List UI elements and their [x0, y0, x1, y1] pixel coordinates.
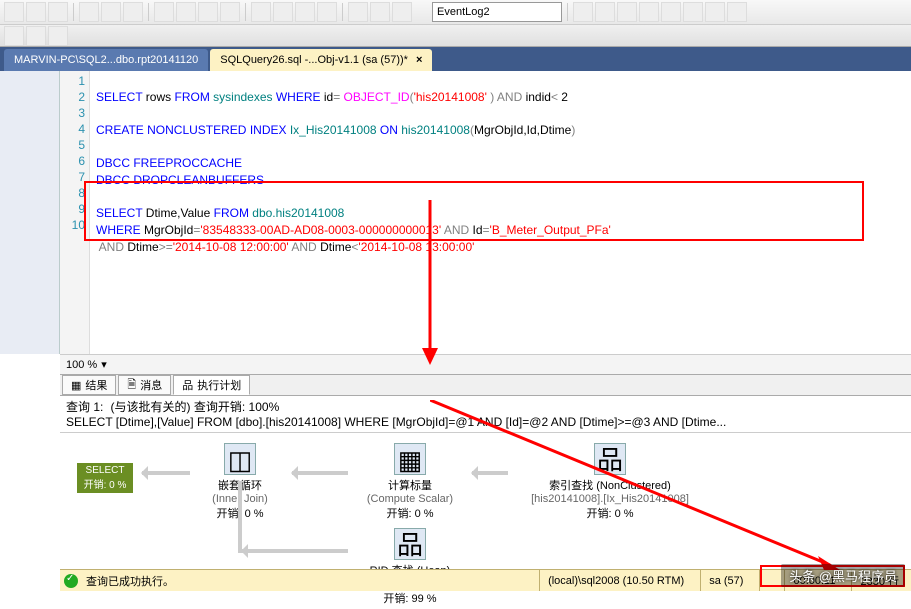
- zoom-row: 100 % ▾: [60, 354, 911, 374]
- tb-btn[interactable]: [348, 2, 368, 22]
- tb-btn[interactable]: [220, 2, 240, 22]
- seek-icon: 品: [594, 443, 626, 475]
- rid-icon: 品: [394, 528, 426, 560]
- tb-btn[interactable]: [4, 26, 24, 46]
- status-db: [759, 570, 776, 591]
- tb-btn[interactable]: [251, 2, 271, 22]
- tb-btn[interactable]: [617, 2, 637, 22]
- tb-btn[interactable]: [273, 2, 293, 22]
- close-icon[interactable]: ×: [416, 54, 422, 66]
- plan-node-index-seek[interactable]: 品 索引查找 (NonClustered) [his20141008].[Ix_…: [510, 443, 710, 521]
- tb-btn[interactable]: [661, 2, 681, 22]
- document-tabbar: MARVIN-PC\SQL2...dbo.rpt20141120 SQLQuer…: [0, 47, 911, 71]
- tb-btn[interactable]: [48, 26, 68, 46]
- status-ok-icon: [64, 574, 78, 588]
- status-message: 查询已成功执行。: [86, 573, 174, 589]
- zoom-value[interactable]: 100 %: [66, 359, 97, 371]
- tb-btn[interactable]: [392, 2, 412, 22]
- tb-btn[interactable]: [639, 2, 659, 22]
- status-user: sa (57): [700, 570, 751, 591]
- tb-btn[interactable]: [101, 2, 121, 22]
- tb-btn[interactable]: [198, 2, 218, 22]
- tb-btn[interactable]: [26, 2, 46, 22]
- status-server: (local)\sql2008 (10.50 RTM): [539, 570, 692, 591]
- sql-editor[interactable]: SELECT rows FROM sysindexes WHERE id= OB…: [90, 71, 911, 354]
- tb-btn[interactable]: [595, 2, 615, 22]
- tb-btn[interactable]: [295, 2, 315, 22]
- tb-btn[interactable]: [176, 2, 196, 22]
- tab-results[interactable]: ▦结果: [62, 375, 116, 395]
- tb-btn[interactable]: [705, 2, 725, 22]
- loop-icon: ◫: [224, 443, 256, 475]
- tb-btn[interactable]: [123, 2, 143, 22]
- tab-rpt20141120[interactable]: MARVIN-PC\SQL2...dbo.rpt20141120: [4, 49, 208, 71]
- database-combo[interactable]: [432, 2, 562, 22]
- toolbar-row-1: [0, 0, 911, 25]
- tb-btn[interactable]: [154, 2, 174, 22]
- toolbar-row-2: [0, 25, 911, 47]
- tb-btn[interactable]: [370, 2, 390, 22]
- grid-icon: ▦: [71, 379, 81, 392]
- pinned-panel-left[interactable]: [0, 71, 60, 354]
- compute-icon: ▦: [394, 443, 426, 475]
- line-gutter: 12345678910: [60, 71, 90, 354]
- tab-sqlquery26[interactable]: SQLQuery26.sql -...Obj-v1.1 (sa (57))* ×: [210, 49, 432, 71]
- msg-icon: 🗎: [127, 376, 136, 395]
- plan-header: 查询 1: (与该批有关的) 查询开销: 100% SELECT [Dtime]…: [60, 396, 911, 433]
- plan-node-rid-lookup[interactable]: 品 RID 查找 (Heap) [his20141008] 开销: 99 %: [350, 528, 470, 606]
- tb-btn[interactable]: [79, 2, 99, 22]
- tb-btn[interactable]: [317, 2, 337, 22]
- watermark: 头条 @黑马程序员: [781, 564, 905, 587]
- tb-btn[interactable]: [26, 26, 46, 46]
- results-tabbar: ▦结果 🗎消息 品执行计划: [60, 374, 911, 396]
- plan-icon: 品: [182, 377, 193, 393]
- plan-node-compute-scalar[interactable]: ▦ 计算标量 (Compute Scalar) 开销: 0 %: [350, 443, 470, 521]
- tb-btn[interactable]: [683, 2, 703, 22]
- tb-btn[interactable]: [48, 2, 68, 22]
- tab-execution-plan[interactable]: 品执行计划: [173, 375, 250, 395]
- tb-btn[interactable]: [573, 2, 593, 22]
- tb-btn[interactable]: [4, 2, 24, 22]
- plan-node-select[interactable]: SELECT开销: 0 %: [70, 463, 140, 493]
- tb-btn[interactable]: [727, 2, 747, 22]
- tab-messages[interactable]: 🗎消息: [118, 375, 171, 395]
